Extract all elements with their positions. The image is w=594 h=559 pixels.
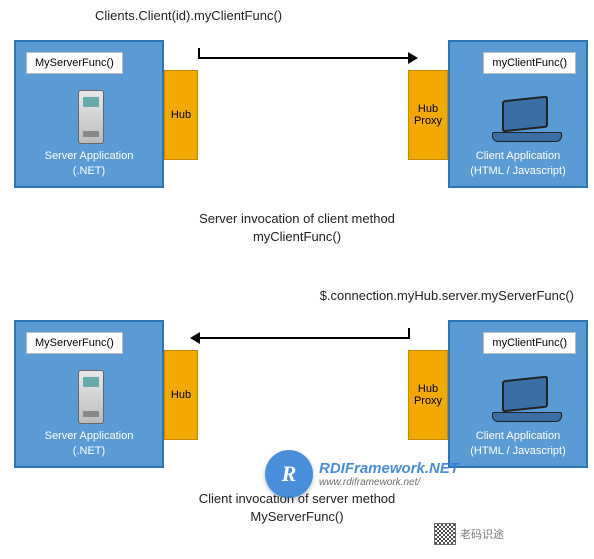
server-caption-bottom: Server Application (.NET) xyxy=(16,429,162,458)
watermark-logo: R RDIFramework.NET www.rdiframework.net/ xyxy=(265,450,459,498)
top-invocation-code: Clients.Client(id).myClientFunc() xyxy=(95,8,282,23)
client-caption-b-line2: (HTML / Javascript) xyxy=(470,445,566,457)
hub-block-bottom: Hub xyxy=(164,350,198,440)
client-caption-bottom: Client Application (HTML / Javascript) xyxy=(450,429,586,458)
server-tower-icon xyxy=(71,370,111,428)
client-func-tag-top: myClientFunc() xyxy=(483,52,576,74)
laptop-icon xyxy=(492,378,562,426)
arrow-tail-top xyxy=(198,48,200,59)
hubproxy-block-bottom: Hub Proxy xyxy=(408,350,448,440)
bottom-invocation-code: $.connection.myHub.server.myServerFunc() xyxy=(320,288,574,303)
server-func-tag-top: MyServerFunc() xyxy=(26,52,123,74)
hubproxy-block-top: Hub Proxy xyxy=(408,70,448,160)
qr-code-icon xyxy=(434,523,456,545)
client-caption-line1: Client Application xyxy=(476,150,560,162)
bottom-desc-line2: MyServerFunc() xyxy=(250,509,343,524)
client-app-panel-bottom: myClientFunc() Client Application (HTML … xyxy=(448,320,588,468)
laptop-icon xyxy=(492,98,562,146)
client-caption-line2: (HTML / Javascript) xyxy=(470,165,566,177)
top-description: Server invocation of client method myCli… xyxy=(0,210,594,246)
server-caption-top: Server Application (.NET) xyxy=(16,149,162,178)
top-desc-line2: myClientFunc() xyxy=(253,229,341,244)
client-caption-b-line1: Client Application xyxy=(476,430,560,442)
server-caption-line1: Server Application xyxy=(45,150,134,162)
server-caption-line2: (.NET) xyxy=(73,165,105,177)
watermark-title: RDIFramework.NET xyxy=(319,460,459,477)
qr-stamp: 老码识途 xyxy=(434,523,504,545)
server-app-panel-bottom: MyServerFunc() Server Application (.NET) xyxy=(14,320,164,468)
server-caption-b-line2: (.NET) xyxy=(73,445,105,457)
server-tower-icon xyxy=(71,90,111,148)
arrow-line-bottom xyxy=(198,337,410,339)
watermark-subtitle: www.rdiframework.net/ xyxy=(319,477,459,488)
client-app-panel-top: myClientFunc() Client Application (HTML … xyxy=(448,40,588,188)
server-caption-b-line1: Server Application xyxy=(45,430,134,442)
top-desc-line1: Server invocation of client method xyxy=(199,211,395,226)
server-app-panel-top: MyServerFunc() Server Application (.NET) xyxy=(14,40,164,188)
qr-label: 老码识途 xyxy=(460,526,504,542)
arrow-tail-bottom xyxy=(408,328,410,339)
watermark-badge-icon: R xyxy=(265,450,313,498)
watermark-text: RDIFramework.NET www.rdiframework.net/ xyxy=(319,460,459,488)
arrow-line-top xyxy=(198,57,410,59)
client-func-tag-bottom: myClientFunc() xyxy=(483,332,576,354)
arrow-head-right-top xyxy=(408,52,418,64)
client-caption-top: Client Application (HTML / Javascript) xyxy=(450,149,586,178)
server-func-tag-bottom: MyServerFunc() xyxy=(26,332,123,354)
arrow-head-left-bottom xyxy=(190,332,200,344)
hub-block-top: Hub xyxy=(164,70,198,160)
